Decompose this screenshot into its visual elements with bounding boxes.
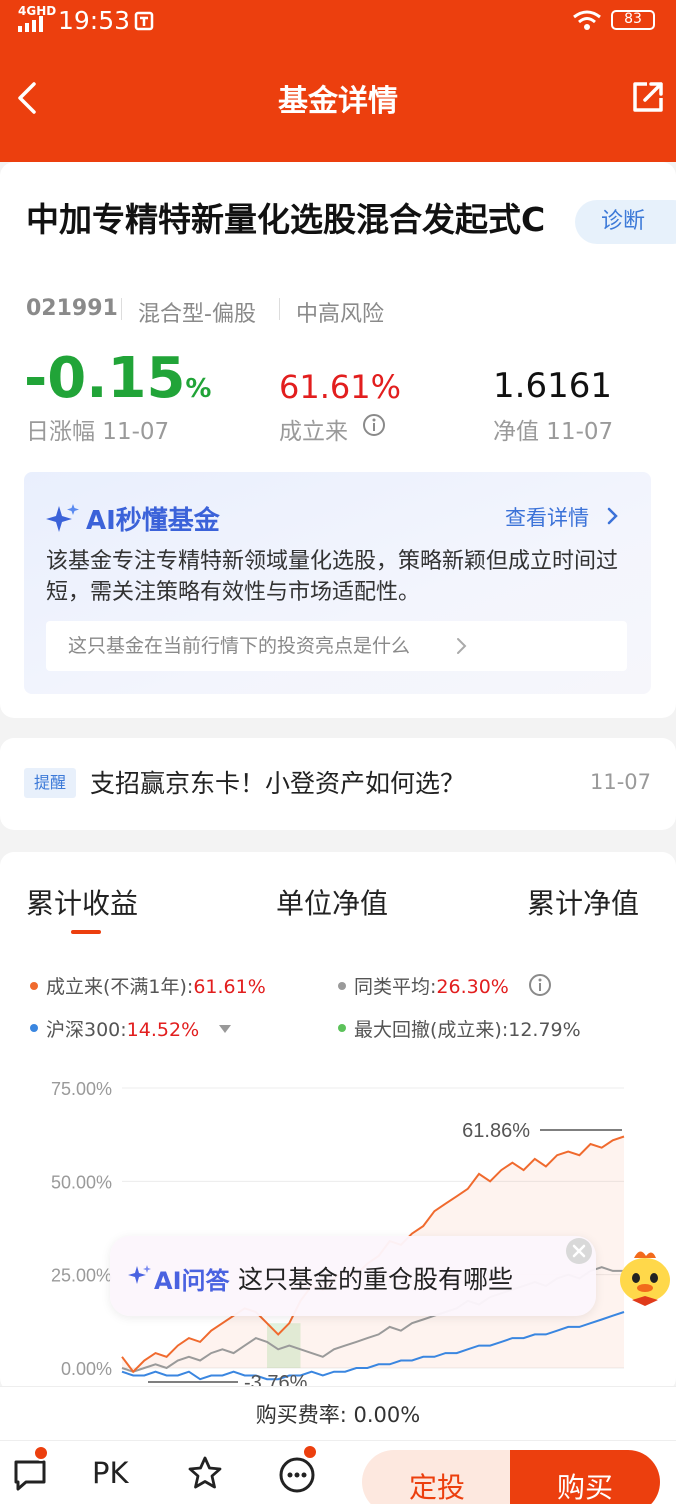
peak-annotation: 61.86% xyxy=(462,1120,530,1142)
nav-value: 1.6161 xyxy=(493,366,612,406)
comment-icon[interactable] xyxy=(12,1458,48,1492)
caret-down-icon[interactable] xyxy=(218,1024,232,1034)
pk-button[interactable]: PK xyxy=(92,1456,129,1490)
legend-label: 沪深300: xyxy=(46,1019,127,1041)
legend-value: 12.79% xyxy=(508,1019,581,1041)
notification-badge xyxy=(302,1444,318,1460)
y-tick-label: 0.00% xyxy=(61,1359,112,1379)
legend-label: 成立来(不满1年): xyxy=(46,976,194,998)
status-bar: 4GHD 19:53 83 xyxy=(0,0,676,44)
chevron-right-icon xyxy=(607,507,618,525)
since-inception-value: 61.61% xyxy=(279,368,402,406)
trough-annotation: -3.76% xyxy=(244,1372,308,1386)
legend-hs300[interactable]: 沪深300:14.52% xyxy=(46,1015,199,1042)
wifi-icon xyxy=(573,10,601,30)
ai-qa-text[interactable]: 这只基金的重仓股有哪些 xyxy=(238,1260,513,1296)
legend-dot-drawdown xyxy=(338,1024,346,1032)
info-icon[interactable] xyxy=(362,413,386,437)
nav-label: 净值 11-07 xyxy=(493,419,614,445)
ai-question-prompt[interactable]: 这只基金在当前行情下的投资亮点是什么 xyxy=(46,621,627,671)
auto-invest-button[interactable]: 定投 xyxy=(362,1450,512,1504)
y-tick-label: 50.00% xyxy=(51,1172,112,1192)
legend-value: 14.52% xyxy=(126,1019,200,1041)
tab-accumulated-nav[interactable]: 累计净值 xyxy=(527,882,639,922)
daily-change-unit: % xyxy=(185,374,212,404)
daily-change-label: 日涨幅 11-07 xyxy=(26,419,170,445)
ai-summary-more-link[interactable]: 查看详情 xyxy=(505,502,589,532)
y-tick-label: 25.00% xyxy=(51,1266,112,1286)
notice-tag: 提醒 xyxy=(24,768,76,798)
legend-dot-fund xyxy=(30,982,38,990)
star-icon[interactable] xyxy=(186,1455,224,1491)
app-header: 4GHD 19:53 83 基金详情 xyxy=(0,0,676,162)
battery-icon: 83 xyxy=(611,10,655,30)
clock: 19:53 xyxy=(58,6,131,35)
ai-summary-description: 该基金专注专精特新领域量化选股，策略新颖但成立时间过短，需关注策略有效性与市场适… xyxy=(46,549,619,605)
buy-button[interactable]: 购买 xyxy=(510,1450,660,1504)
daily-change-number: -0.15 xyxy=(24,346,186,411)
notice-date: 11-07 xyxy=(590,770,652,794)
purchase-fee-bar: 购买费率: 0.00% xyxy=(0,1386,676,1442)
active-tab-indicator xyxy=(71,930,101,934)
legend-value: 61.61% xyxy=(193,976,266,998)
info-icon[interactable] xyxy=(528,973,552,997)
battery-level: 83 xyxy=(624,11,642,27)
daily-change-value: -0.15% xyxy=(24,346,211,411)
sparkle-icon xyxy=(128,1265,151,1284)
divider xyxy=(279,298,280,320)
fund-code: 021991 xyxy=(26,296,118,321)
page-title: 基金详情 xyxy=(278,84,398,119)
fund-type: 混合型-偏股 xyxy=(138,302,256,327)
legend-since-inception: 成立来(不满1年):61.61% xyxy=(46,972,266,999)
more-icon[interactable] xyxy=(278,1456,316,1494)
legend-peer-average: 同类平均:26.30% xyxy=(354,972,509,999)
y-tick-label: 75.00% xyxy=(51,1079,112,1099)
share-icon[interactable] xyxy=(631,80,665,114)
legend-value: 26.30% xyxy=(436,976,509,998)
close-icon[interactable] xyxy=(565,1237,593,1265)
fund-name: 中加专精特新量化选股混合发起式C xyxy=(26,200,546,239)
sparkle-icon xyxy=(46,504,79,532)
notification-badge xyxy=(33,1445,49,1461)
ai-question-text: 这只基金在当前行情下的投资亮点是什么 xyxy=(68,635,411,657)
legend-label: 最大回撤(成立来): xyxy=(354,1019,509,1041)
tab-cumulative-return[interactable]: 累计收益 xyxy=(26,882,138,922)
diagnose-button[interactable]: 诊断 xyxy=(575,200,676,244)
notice-text[interactable]: 支招赢京东卡！小登资产如何选？ xyxy=(90,764,465,800)
ai-summary-title: AI秒懂基金 xyxy=(86,506,220,536)
return-chart[interactable]: 75.00% 50.00% 25.00% 0.00% 61.86% -3.76% xyxy=(0,1070,676,1386)
legend-max-drawdown: 最大回撤(成立来):12.79% xyxy=(354,1015,581,1042)
legend-label: 同类平均: xyxy=(354,976,437,998)
since-inception-label: 成立来 xyxy=(279,419,348,445)
divider xyxy=(121,298,122,320)
legend-dot-peer xyxy=(338,982,346,990)
legend-dot-hs300 xyxy=(30,1024,38,1032)
chevron-right-icon xyxy=(457,638,467,654)
mascot-icon[interactable] xyxy=(614,1244,676,1310)
tab-unit-nav[interactable]: 单位净值 xyxy=(276,882,388,922)
ai-qa-label: AI问答 xyxy=(154,1267,230,1295)
fund-risk: 中高风险 xyxy=(296,302,385,327)
signal-icon xyxy=(18,16,43,32)
app-notify-icon xyxy=(134,11,154,31)
